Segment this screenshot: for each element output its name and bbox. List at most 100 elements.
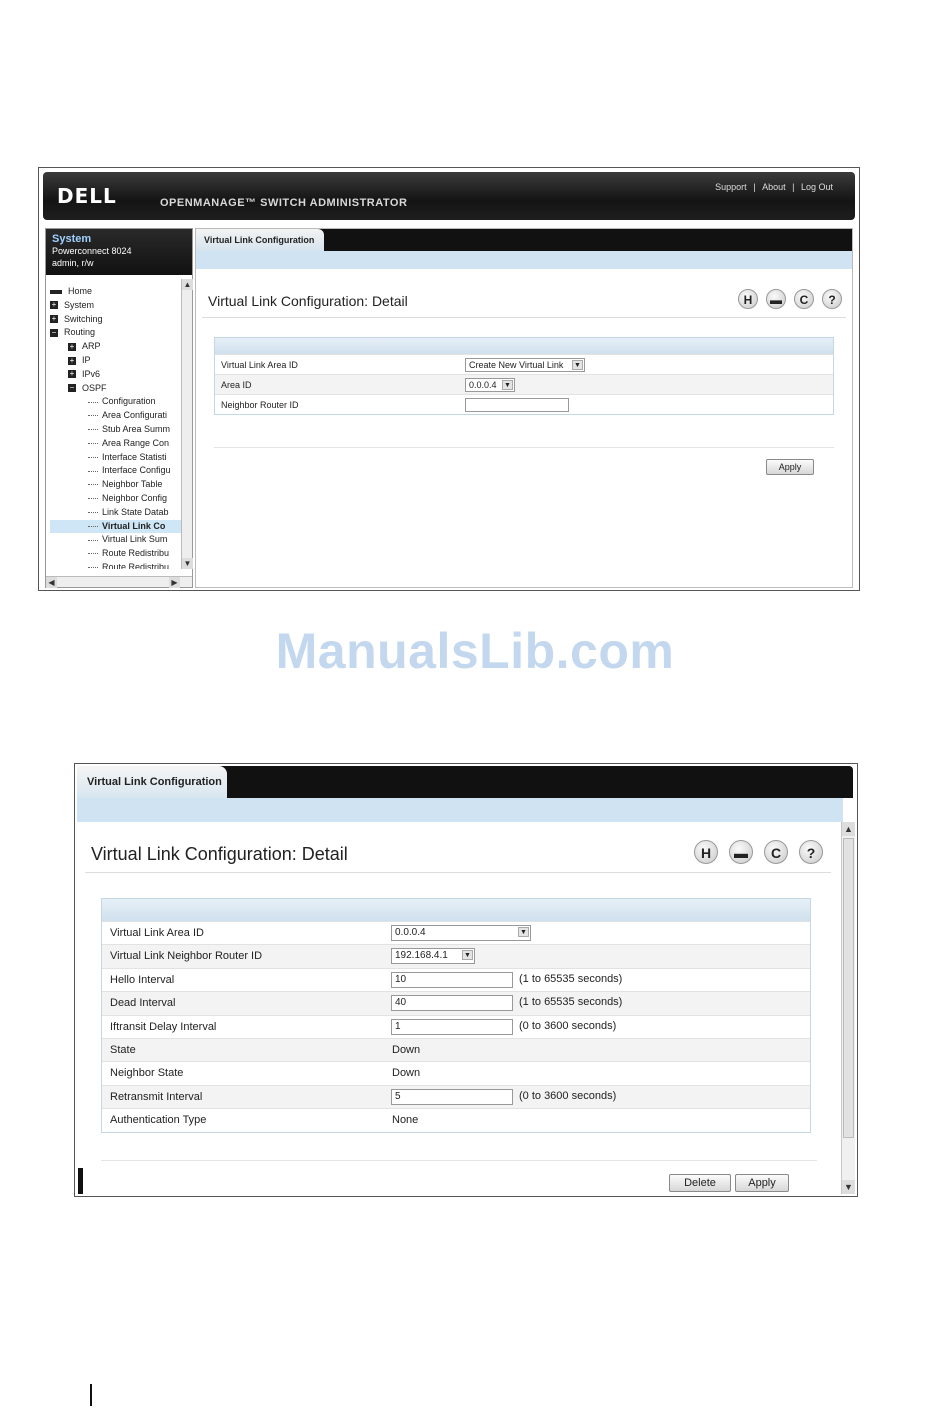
page-title: Virtual Link Configuration: Detail [208,293,408,309]
tab-band [77,798,843,822]
tree-item-arp[interactable]: + ARP [68,340,101,353]
print-icon[interactable]: ▬ [766,289,786,309]
tree-item-configuration[interactable]: Configuration [88,395,156,408]
iftransit-delay-input[interactable]: 1 [391,1018,513,1035]
sidebar: System Powerconnect 8024 admin, r/w Home… [45,228,193,588]
tree-item-ip[interactable]: + IP [68,354,91,367]
tree-item-label: Home [68,286,93,296]
scroll-right-icon[interactable]: ▶ [169,577,180,588]
tab-virtual-link-configuration[interactable]: Virtual Link Configuration [196,229,324,251]
tree-item-area-range-con[interactable]: Area Range Con [88,437,169,450]
expand-icon[interactable]: + [50,301,58,310]
help-icon[interactable]: ? [822,289,842,309]
print-icon[interactable]: ▬ [729,840,753,864]
tree-item-stub-area-summ[interactable]: Stub Area Summ [88,423,170,436]
support-link[interactable]: Support [715,182,747,192]
tree-item-label: Routing [64,327,96,338]
page-title: Virtual Link Configuration: Detail [91,844,348,864]
tree-item-label: Area Configurati [102,410,168,421]
tree-connector-icon [88,525,98,527]
apply-button[interactable]: Apply [735,1174,789,1192]
neighbor-router-id-select[interactable]: 192.168.4.1 ▼ [391,948,475,965]
tree-horizontal-scrollbar[interactable]: ◀ ▶ [46,576,192,588]
tree-item-virtual-link-co[interactable]: Virtual Link Co [50,519,182,533]
scroll-left-icon[interactable]: ◀ [46,577,57,588]
tab-virtual-link-configuration[interactable]: Virtual Link Configuration [77,766,227,798]
user-info: admin, r/w [52,258,94,268]
watermark: ManualsLib.com [275,623,675,679]
tree-connector-icon [88,539,98,541]
refresh-icon[interactable]: C [794,289,814,309]
logout-link[interactable]: Log Out [801,182,833,192]
tab-bar: Virtual Link Configuration [196,229,852,251]
page-toolbar: H ▬ C? [730,289,842,309]
state-label: State [110,1043,136,1056]
refresh-icon[interactable]: C [764,840,788,864]
retransmit-interval-input[interactable]: 5 [391,1088,513,1105]
scroll-up-icon[interactable]: ▲ [842,822,855,836]
tree-item-route-redistribu[interactable]: Route Redistribu [88,547,169,560]
dead-interval-input[interactable]: 40 [391,995,513,1012]
dell-logo: DELL [57,184,117,208]
tree-item-link-state-datab[interactable]: Link State Datab [88,506,169,519]
scroll-up-icon[interactable]: ▲ [182,279,193,290]
form-row: Retransmit Interval 5 (0 to 3600 seconds) [102,1084,810,1109]
scroll-thumb[interactable] [843,838,854,1138]
expand-icon[interactable]: + [68,356,76,365]
neighbor-state-value: Down [392,1067,421,1080]
tree-item-area-configurati[interactable]: Area Configurati [88,409,167,422]
apply-button[interactable]: Apply [766,459,814,475]
tree-connector-icon [88,498,98,500]
area-id-label: Area ID [221,380,252,390]
tree-item-neighbor-config[interactable]: Neighbor Config [88,492,167,505]
form-row: Virtual Link Area ID 0.0.0.4 ▼ [102,921,810,944]
iftransit-delay-label: Iftransit Delay Interval [110,1020,217,1033]
hello-interval-input[interactable]: 10 [391,971,513,988]
tree-item-label: IP [82,355,91,365]
config-form: Virtual Link Area ID 0.0.0.4 ▼ Virtual Li… [101,898,811,1133]
tree-item-ipv6[interactable]: + IPv6 [68,368,100,381]
range-hint: (0 to 3600 seconds) [519,1089,617,1102]
about-link[interactable]: About [762,182,786,192]
expand-icon[interactable]: + [50,315,58,324]
collapse-icon[interactable]: − [68,384,76,393]
tree-item-switching[interactable]: + Switching [50,313,103,326]
content-panel: Virtual Link Configuration Virtual Link … [195,228,853,588]
range-hint: (0 to 3600 seconds) [519,1019,617,1032]
collapse-icon[interactable]: − [50,329,58,338]
virtual-link-area-id-select[interactable]: 0.0.0.4 ▼ [391,925,531,941]
divider [101,1160,817,1161]
tree-item-route-redistribu[interactable]: Route Redistribu [88,561,169,569]
tree-item-system[interactable]: + System [50,299,94,312]
link-separator: | [792,182,795,192]
vertical-scrollbar[interactable]: ▲ ▼ [841,822,855,1194]
tree-item-virtual-link-sum[interactable]: Virtual Link Sum [88,533,167,546]
dead-interval-label: Dead Interval [110,997,176,1010]
form-row: State Down [102,1037,810,1062]
tree-item-home[interactable]: Home [50,285,92,298]
form-row: Dead Interval 40 (1 to 65535 seconds) [102,991,810,1015]
tree-item-routing[interactable]: − Routing [50,326,95,339]
area-id-select[interactable]: 0.0.0.4 ▼ [465,378,515,392]
save-icon[interactable]: H [738,289,758,309]
tree-item-interface-configu[interactable]: Interface Configu [88,464,171,477]
tree-item-label: Switching [64,313,103,324]
delete-button[interactable]: Delete [669,1174,731,1192]
home-icon[interactable] [50,289,62,294]
tree-item-ospf[interactable]: − OSPF [68,382,107,395]
save-icon[interactable]: H [694,840,718,864]
help-icon[interactable]: ? [799,840,823,864]
expand-icon[interactable]: + [68,370,76,379]
page-toolbar: H ▬ C? [683,840,823,864]
scroll-down-icon[interactable]: ▼ [182,558,193,569]
neighbor-router-id-input[interactable] [465,398,569,412]
state-value: Down [392,1043,421,1056]
expand-icon[interactable]: + [68,342,76,351]
scroll-down-icon[interactable]: ▼ [842,1180,855,1194]
tree-connector-icon [88,511,98,513]
tree-vertical-scrollbar[interactable]: ▲ ▼ [181,279,193,569]
tree-item-neighbor-table[interactable]: Neighbor Table [88,478,162,491]
system-title[interactable]: System [52,233,186,245]
virtual-link-area-id-select[interactable]: Create New Virtual Link ▼ [465,358,585,372]
tree-item-interface-statisti[interactable]: Interface Statisti [88,451,167,464]
